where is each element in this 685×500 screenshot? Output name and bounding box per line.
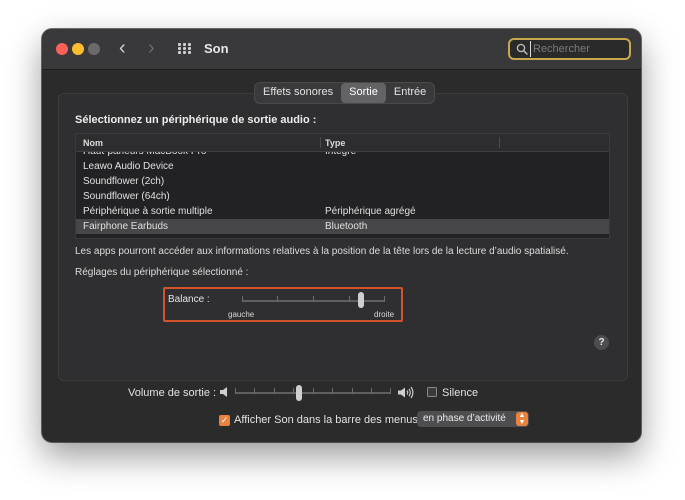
slider-tick (352, 388, 353, 394)
device-rows: Haut-parleurs MacBook Pro Intégré Leawo … (76, 144, 609, 234)
column-divider (499, 137, 500, 148)
speaker-low-icon (220, 387, 227, 397)
question-icon: ? (598, 337, 605, 348)
device-type: Bluetooth (325, 221, 368, 232)
segmented-tabs: Effets sonores Sortie Entrée (254, 82, 436, 104)
device-name: Soundflower (2ch) (83, 176, 165, 187)
close-button[interactable] (56, 43, 68, 55)
slider-tick (313, 388, 314, 394)
output-section-title: Sélectionnez un périphérique de sortie a… (75, 114, 317, 126)
device-settings-title: Réglages du périphérique sélectionné : (75, 267, 249, 278)
table-row[interactable]: Soundflower (64ch) (76, 189, 609, 204)
column-header-type[interactable]: Type (325, 138, 345, 148)
table-header: Nom Type (76, 134, 609, 152)
chevron-right-icon[interactable]: › (148, 38, 155, 58)
magnifier-icon (516, 43, 528, 55)
menubar-mode-popup[interactable]: en phase d’activité ▲ ▼ (417, 411, 529, 427)
table-row-selected[interactable]: Fairphone Earbuds Bluetooth (76, 219, 609, 234)
slider-tick (274, 388, 275, 394)
volume-slider-knob[interactable] (295, 385, 302, 401)
silence-label: Silence (442, 387, 479, 399)
tab-output[interactable]: Sortie (341, 83, 386, 103)
slider-tick (277, 296, 278, 302)
tab-input[interactable]: Entrée (386, 83, 434, 103)
grid-icon[interactable] (178, 43, 192, 55)
device-name: Périphérique à sortie multiple (83, 206, 213, 217)
chevron-updown-icon: ▲ ▼ (516, 412, 528, 426)
device-name: Leawo Audio Device (83, 161, 174, 172)
device-name: Fairphone Earbuds (83, 221, 169, 232)
spatial-audio-info: Les apps pourront accéder aux informatio… (75, 246, 569, 257)
popup-value: en phase d’activité (423, 413, 506, 424)
volume-label: Volume de sortie : (128, 387, 217, 399)
device-type: Périphérique agrégé (325, 206, 416, 217)
help-button[interactable]: ? (594, 335, 609, 350)
balance-left-label: gauche (228, 310, 255, 319)
sound-preferences-window: ‹ › Son Effets sonores Sortie Entrée Sél… (42, 29, 641, 442)
slider-tick (349, 296, 350, 302)
show-in-menubar-label: Afficher Son dans la barre des menus (234, 414, 418, 426)
column-divider (320, 137, 321, 148)
output-device-table[interactable]: Haut-parleurs MacBook Pro Intégré Leawo … (75, 133, 610, 239)
speaker-high-icon (398, 386, 414, 399)
slider-tick (332, 388, 333, 394)
table-row[interactable]: Leawo Audio Device (76, 159, 609, 174)
silence-checkbox[interactable] (427, 387, 437, 397)
table-row[interactable]: Soundflower (2ch) (76, 174, 609, 189)
tab-sound-effects[interactable]: Effets sonores (255, 83, 341, 103)
slider-tick (384, 296, 385, 302)
show-in-menubar-checkbox[interactable]: ✓ (219, 415, 230, 426)
title-bar: ‹ › Son (42, 29, 641, 70)
search-field[interactable] (508, 38, 631, 60)
slider-tick (371, 388, 372, 394)
slider-tick (293, 388, 294, 394)
slider-tick (390, 388, 391, 394)
balance-label: Balance : (168, 294, 210, 305)
zoom-button[interactable] (88, 43, 100, 55)
column-header-name[interactable]: Nom (83, 138, 103, 148)
slider-tick (235, 388, 236, 394)
balance-right-label: droite (374, 310, 395, 319)
slider-tick (313, 296, 314, 302)
chevron-left-icon[interactable]: ‹ (119, 38, 126, 58)
table-row[interactable]: Périphérique à sortie multiple Périphéri… (76, 204, 609, 219)
search-input[interactable] (530, 41, 629, 57)
balance-slider-knob[interactable] (357, 292, 364, 308)
window-title: Son (204, 41, 229, 56)
slider-tick (254, 388, 255, 394)
minimize-button[interactable] (72, 43, 84, 55)
slider-tick (242, 296, 243, 302)
device-name: Soundflower (64ch) (83, 191, 170, 202)
